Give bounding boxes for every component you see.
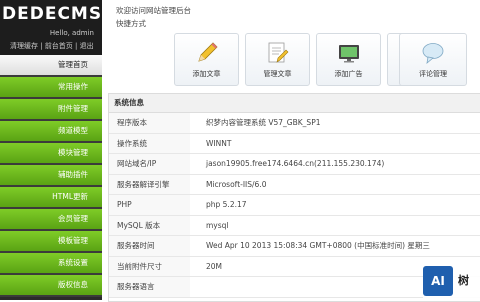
watermark-logo: AI <box>423 266 453 296</box>
row-key: 当前附件尺寸 <box>109 256 190 277</box>
row-key: PHP <box>109 194 190 216</box>
table-row: 服务器解译引擎 Microsoft-IIS/6.0 <box>109 174 480 195</box>
row-key: 服务器语言 <box>109 276 190 298</box>
clear-cache-link[interactable]: 清理缓存 <box>10 42 38 50</box>
nav-item-members[interactable]: 会员管理 <box>0 209 102 231</box>
nav-item-modules[interactable]: 模块管理 <box>0 143 102 165</box>
nav-item-copyright[interactable]: 版权信息 <box>0 275 102 297</box>
document-edit-icon <box>268 42 288 63</box>
row-value: 织梦内容管理系统 V57_GBK_SP1 <box>190 113 480 134</box>
row-key: 程序版本 <box>109 113 190 134</box>
comment-management-button-full[interactable]: 评论管理 <box>399 33 467 86</box>
nav-item-common[interactable]: 常用操作 <box>0 77 102 99</box>
greeting: Hello, admin <box>49 29 94 37</box>
nav-item-attachments[interactable]: 附件管理 <box>0 99 102 121</box>
brand-area: DEDECMS Hello, admin 清理缓存 | 前台首页 | 退出 <box>0 0 102 55</box>
watermark: AI 树 <box>423 263 480 300</box>
table-row: 服务器时间 Wed Apr 10 2013 15:08:34 GMT+0800 (… <box>109 235 480 257</box>
pencil-icon <box>197 42 218 62</box>
row-value: php 5.2.17 <box>190 194 480 216</box>
nav-menu: 管理首页 常用操作 附件管理 频道模型 模块管理 辅助插件 HTML更新 会员管… <box>0 55 102 297</box>
row-key: 服务器时间 <box>109 235 190 257</box>
sidebar: DEDECMS Hello, admin 清理缓存 | 前台首页 | 退出 管理… <box>0 0 102 300</box>
manage-articles-label: 管理文章 <box>263 70 292 78</box>
watermark-text: 树 <box>458 274 469 287</box>
nav-item-plugins[interactable]: 辅助插件 <box>0 165 102 187</box>
nav-item-settings[interactable]: 系统设置 <box>0 253 102 275</box>
main-content: 欢迎访问网站管理后台 快捷方式 添加文章 管理文章 添加广告 评论管理 系统信息… <box>102 0 480 302</box>
logo: DEDECMS <box>2 4 103 24</box>
nav-item-html-update[interactable]: HTML更新 <box>0 187 102 209</box>
speech-bubble-icon <box>422 43 444 64</box>
nav-item-templates[interactable]: 模板管理 <box>0 231 102 253</box>
add-ad-button[interactable]: 添加广告 <box>316 33 381 86</box>
add-article-button[interactable]: 添加文章 <box>174 33 239 86</box>
table-row: 程序版本 织梦内容管理系统 V57_GBK_SP1 <box>109 113 480 134</box>
row-value: mysql <box>190 215 480 236</box>
quick-title: 快捷方式 <box>116 19 146 28</box>
row-value: Wed Apr 10 2013 15:08:34 GMT+0800 (中国标准时… <box>190 235 480 257</box>
add-article-label: 添加文章 <box>192 70 221 78</box>
row-value: jason19905.free174.6464.cn(211.155.230.1… <box>190 153 480 175</box>
monitor-icon <box>338 45 359 63</box>
table-row: 网站域名/IP jason19905.free174.6464.cn(211.15… <box>109 153 480 175</box>
comment-management-label: 评论管理 <box>419 70 447 78</box>
row-key: 操作系统 <box>109 133 190 154</box>
logout-link[interactable]: 退出 <box>80 42 94 50</box>
nav-item-home[interactable]: 管理首页 <box>0 55 102 77</box>
row-key: MySQL 版本 <box>109 215 190 236</box>
frontpage-link[interactable]: 前台首页 <box>45 42 73 50</box>
row-value: WINNT <box>190 133 480 154</box>
row-key: 服务器解译引擎 <box>109 174 190 195</box>
table-row: 操作系统 WINNT <box>109 133 480 154</box>
nav-item-channel-model[interactable]: 频道模型 <box>0 121 102 143</box>
row-key: 网站域名/IP <box>109 153 190 175</box>
top-links: 清理缓存 | 前台首页 | 退出 <box>10 42 94 50</box>
table-row: MySQL 版本 mysql <box>109 215 480 236</box>
manage-articles-button[interactable]: 管理文章 <box>245 33 310 86</box>
welcome-text: 欢迎访问网站管理后台 <box>116 6 191 15</box>
system-info-title: 系统信息 <box>109 94 480 113</box>
table-row: PHP php 5.2.17 <box>109 194 480 216</box>
row-value: Microsoft-IIS/6.0 <box>190 174 480 195</box>
add-ad-label: 添加广告 <box>334 70 363 78</box>
